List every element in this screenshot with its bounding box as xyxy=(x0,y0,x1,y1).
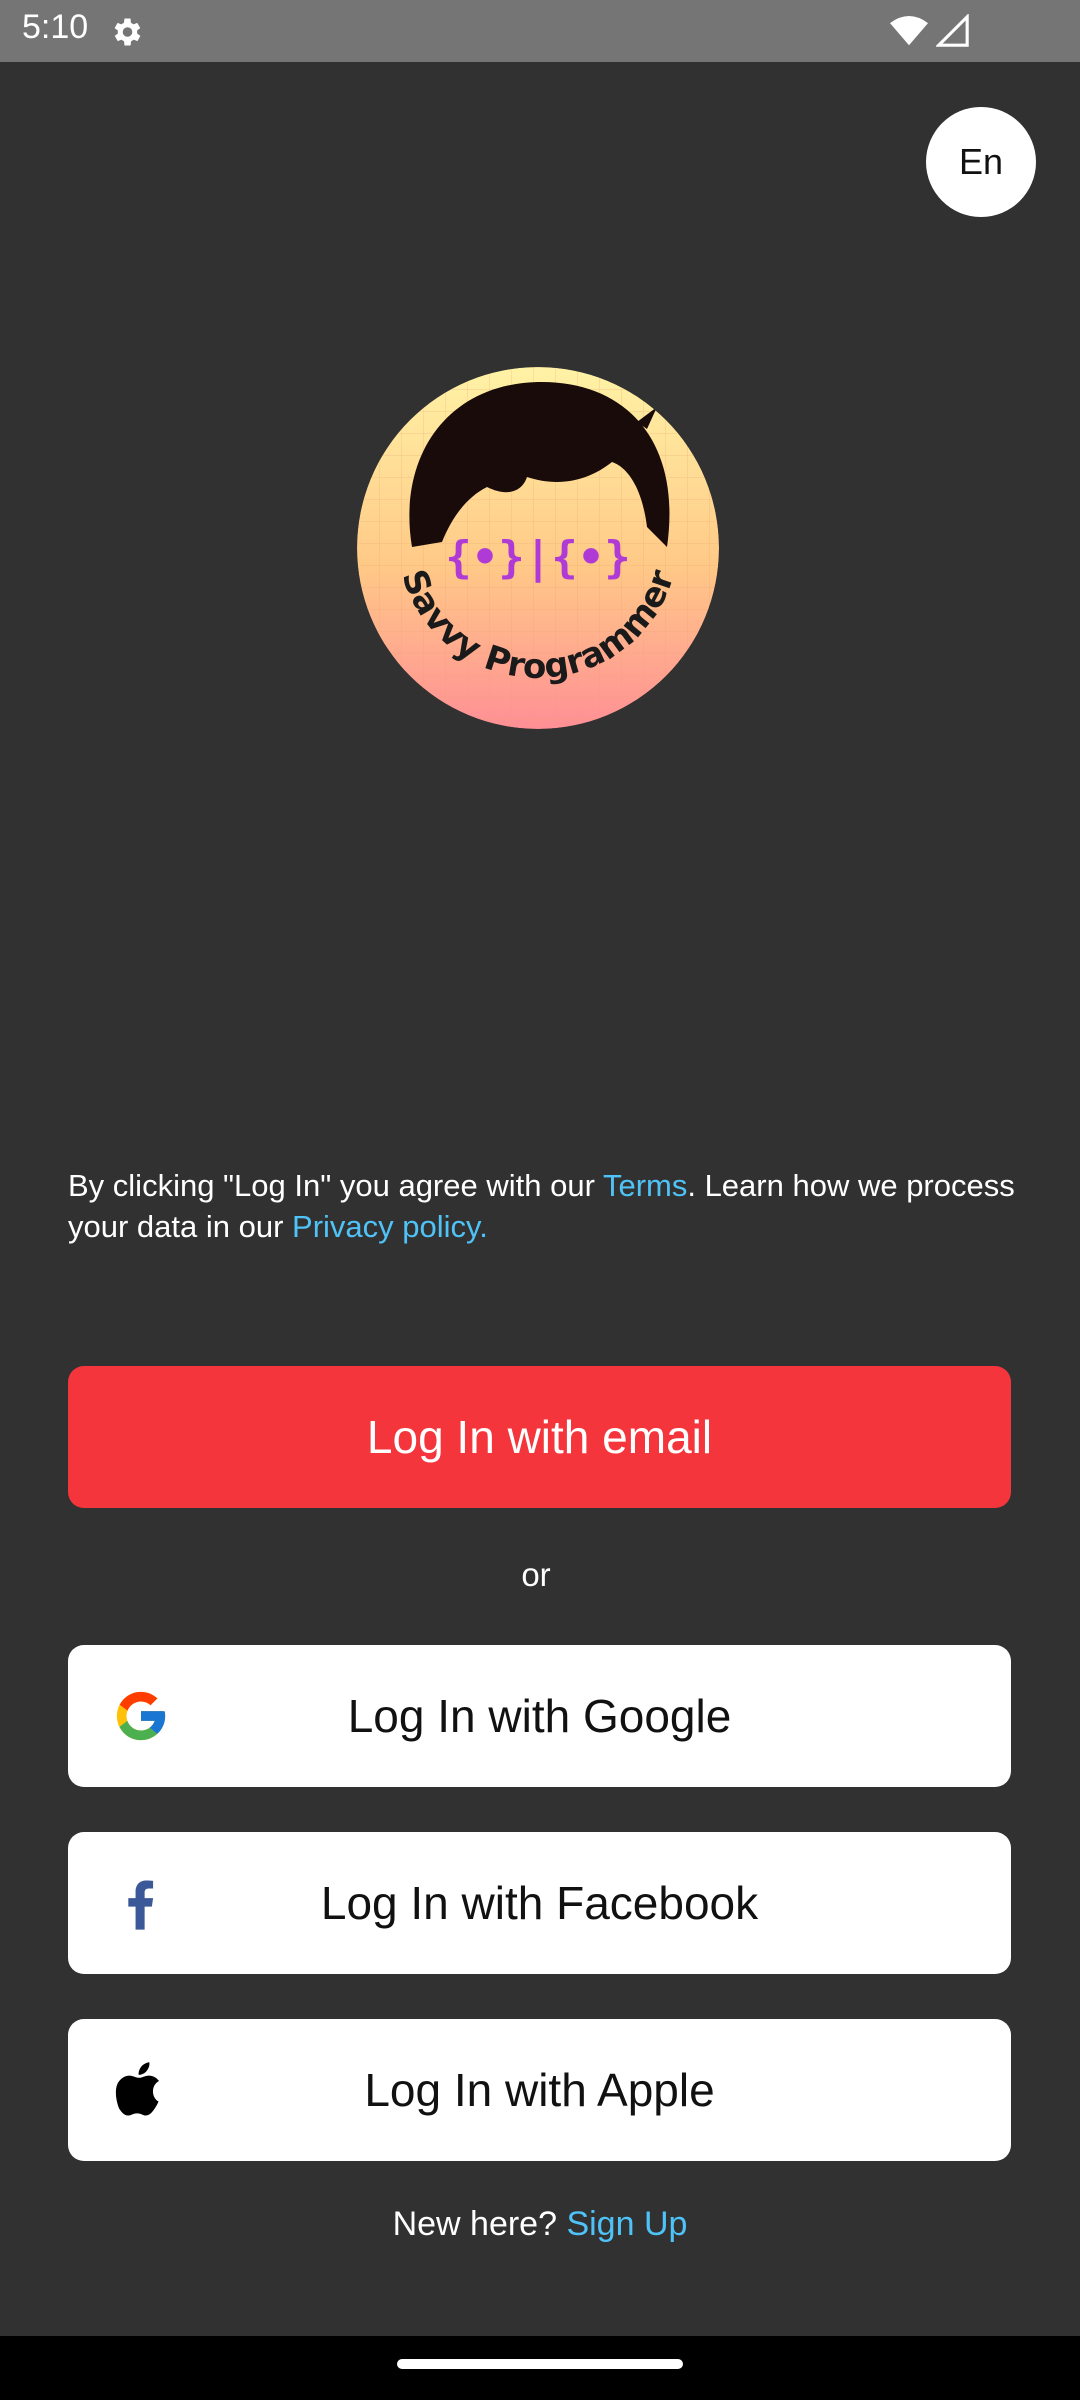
language-toggle-button[interactable]: En xyxy=(926,107,1036,217)
login-facebook-label: Log In with Facebook xyxy=(320,1877,759,1929)
login-email-button[interactable]: Log In with email xyxy=(68,1366,1011,1508)
login-google-button[interactable]: Log In with Google xyxy=(68,1645,1011,1787)
google-icon xyxy=(116,1691,166,1741)
wifi-icon xyxy=(890,15,928,46)
legal-prefix: By clicking "Log In" you agree with our xyxy=(68,1168,603,1203)
signup-prompt: New here? Sign Up xyxy=(0,2205,1080,2244)
login-facebook-button[interactable]: Log In with Facebook xyxy=(68,1832,1011,1974)
facebook-icon xyxy=(128,1880,154,1930)
or-divider-label: or xyxy=(521,1556,551,1593)
signup-prompt-text: New here? xyxy=(392,2205,557,2243)
legal-notice: By clicking "Log In" you agree with our … xyxy=(68,1165,1018,1247)
login-apple-button[interactable]: Log In with Apple xyxy=(68,2019,1011,2161)
terms-link[interactable]: Terms xyxy=(603,1168,687,1203)
cell-signal-icon xyxy=(936,14,969,47)
status-bar: 5:10 xyxy=(0,0,1080,62)
settings-gear-icon xyxy=(114,18,141,46)
login-google-label: Log In with Google xyxy=(347,1690,732,1742)
logo-face-glyphs: {•}|{•} xyxy=(445,532,630,583)
login-apple-label: Log In with Apple xyxy=(364,2064,715,2116)
signup-link[interactable]: Sign Up xyxy=(566,2205,687,2243)
privacy-policy-link[interactable]: Privacy policy. xyxy=(292,1209,488,1244)
status-time: 5:10 xyxy=(22,8,89,46)
apple-icon xyxy=(115,2062,160,2116)
home-indicator[interactable] xyxy=(397,2359,683,2369)
navigation-bar xyxy=(0,2336,1080,2400)
savvy-programmer-logo: {•}|{•} Savvy Programmer xyxy=(357,367,719,729)
